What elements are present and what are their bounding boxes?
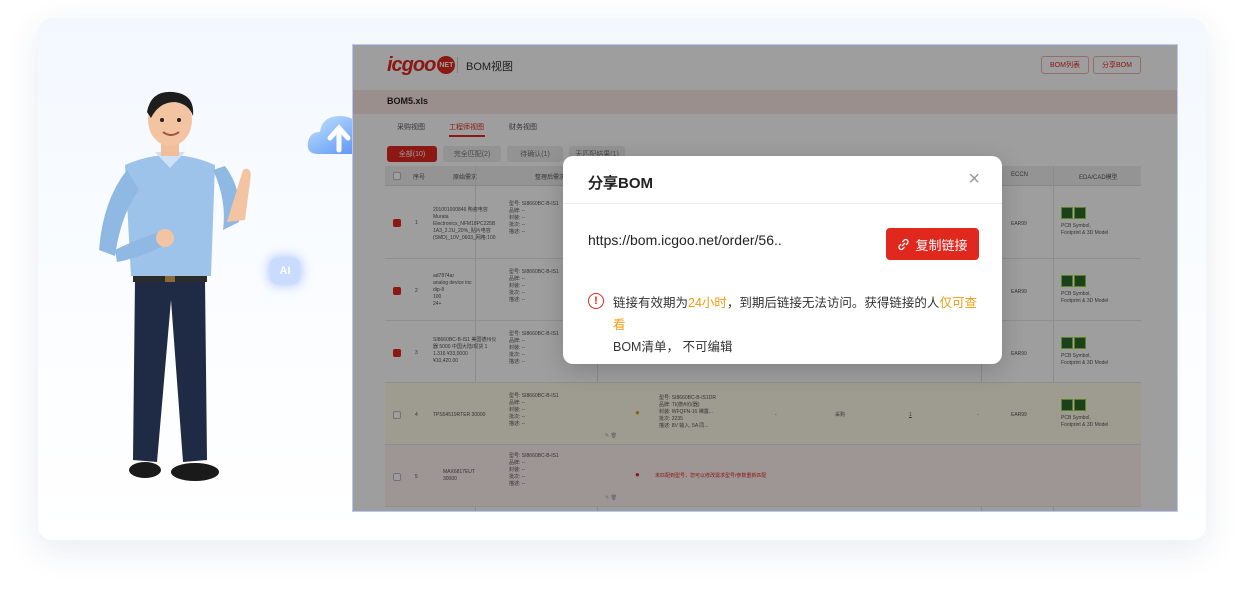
ai-badge: AI bbox=[270, 258, 300, 284]
notice-text: ，到期后链接无法访问。获得链接的人 bbox=[726, 296, 940, 310]
notice-highlight-duration: 24小时 bbox=[688, 296, 727, 310]
copy-link-button[interactable]: 复制链接 bbox=[886, 228, 979, 260]
share-bom-modal: 分享BOM × https://bom.icgoo.net/order/56..… bbox=[563, 156, 1002, 364]
warning-icon: ! bbox=[588, 293, 604, 309]
modal-divider bbox=[563, 203, 1002, 204]
share-url[interactable]: https://bom.icgoo.net/order/56.. bbox=[588, 232, 782, 248]
modal-title: 分享BOM bbox=[588, 175, 653, 192]
copy-link-label: 复制链接 bbox=[915, 237, 968, 253]
share-notice: 链接有效期为24小时，到期后链接无法访问。获得链接的人仅可查看 BOM清单， 不可… bbox=[613, 292, 983, 358]
notice-text: 链接有效期为 bbox=[613, 296, 689, 310]
presenter-illustration bbox=[99, 91, 251, 481]
close-icon[interactable]: × bbox=[968, 169, 980, 189]
notice-text: BOM清单， 不可编辑 bbox=[613, 340, 733, 354]
link-icon bbox=[898, 238, 910, 250]
